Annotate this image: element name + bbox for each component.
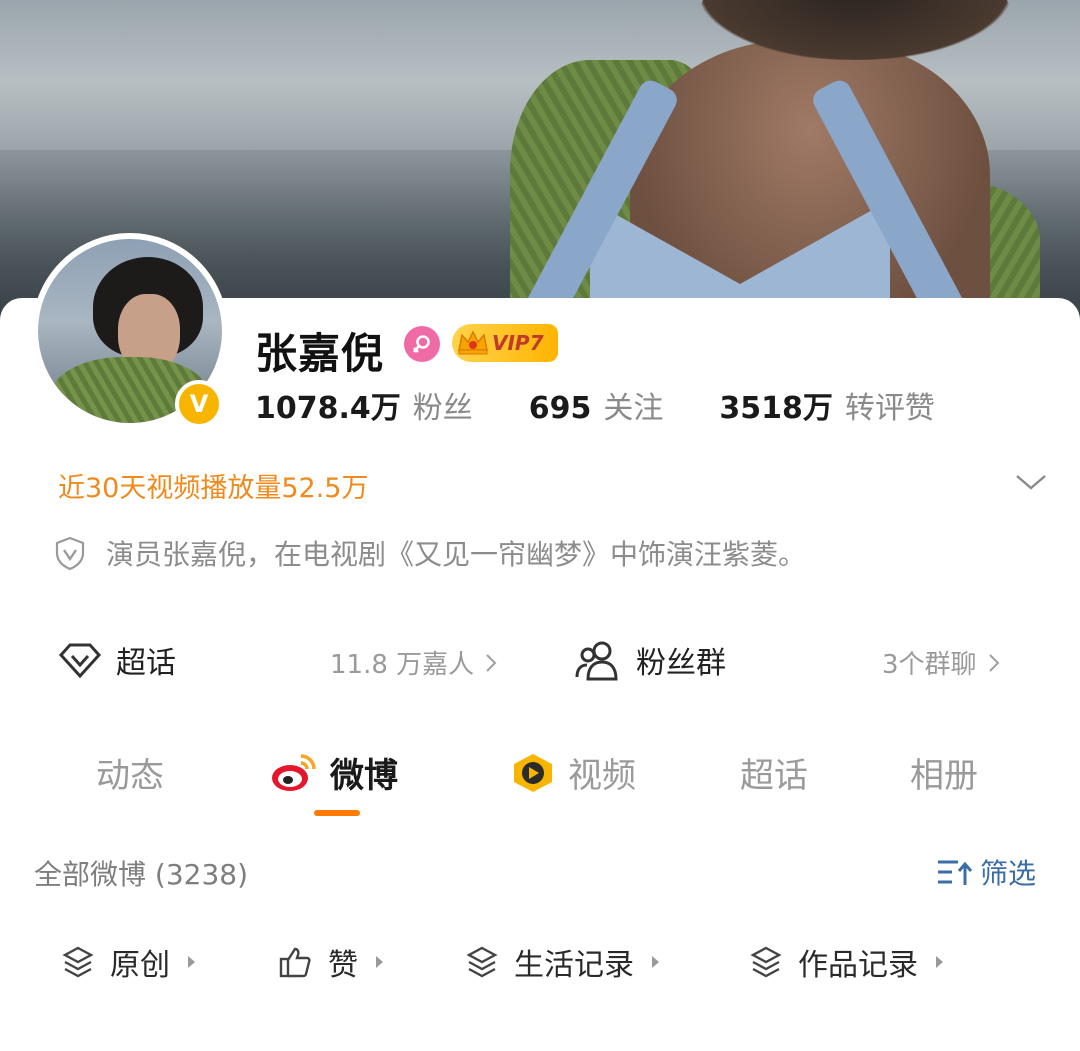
tab-dongtai[interactable]: 动态 (96, 748, 164, 797)
interactions-label: 转评赞 (844, 391, 935, 426)
caret-right-icon (376, 956, 383, 968)
fan-group-link[interactable]: 粉丝群 (574, 638, 726, 682)
verified-badge-icon: V (175, 380, 223, 428)
chevron-right-icon (988, 653, 999, 672)
followers-label: 粉丝 (412, 391, 473, 426)
filter-label: 筛选 (980, 857, 1037, 890)
vip-label: VIP7 (492, 331, 544, 355)
super-topic-count-link[interactable]: 11.8 万嘉人 (330, 644, 498, 681)
layers-icon (466, 946, 498, 978)
super-topic-title: 超话 (116, 646, 176, 681)
chip-works-record[interactable]: 作品记录 (750, 940, 943, 984)
tab-super-topic[interactable]: 超话 (740, 748, 808, 797)
tab-label: 微博 (330, 756, 398, 796)
profile-name: 张嘉倪 (255, 329, 385, 378)
stat-followers[interactable]: 1078.4万 粉丝 (255, 383, 473, 427)
super-topic-count: 11.8 万嘉人 (330, 650, 475, 680)
fan-group-title: 粉丝群 (636, 646, 726, 681)
following-label: 关注 (603, 391, 664, 426)
tab-weibo[interactable]: 微博 (270, 748, 398, 797)
profile-stats: 1078.4万 粉丝 695 关注 3518万 转评赞 (255, 383, 935, 427)
filter-sort-icon (938, 860, 973, 885)
verified-mark: V (189, 390, 209, 418)
chip-label: 原创 (110, 948, 170, 983)
fan-group-count: 3个群聊 (882, 650, 977, 680)
crown-icon (458, 330, 488, 355)
chevron-down-icon[interactable] (1014, 470, 1048, 494)
chip-likes[interactable]: 赞 (278, 940, 383, 984)
interactions-count: 3518万 (719, 391, 833, 426)
followers-count: 1078.4万 (255, 391, 401, 426)
tab-label: 相册 (910, 756, 978, 796)
tab-label: 动态 (96, 756, 164, 796)
stat-following[interactable]: 695 关注 (529, 383, 664, 427)
video-play-icon (514, 753, 552, 792)
caret-right-icon (936, 956, 943, 968)
super-topic-link[interactable]: 超话 (58, 638, 176, 682)
layers-icon (62, 946, 94, 978)
tab-video[interactable]: 视频 (510, 748, 636, 797)
chip-original[interactable]: 原创 (62, 940, 195, 984)
chip-life-record[interactable]: 生活记录 (466, 940, 659, 984)
tab-album[interactable]: 相册 (910, 748, 978, 797)
chip-label: 赞 (328, 948, 358, 983)
following-count: 695 (528, 391, 592, 426)
stat-interactions[interactable]: 3518万 转评赞 (719, 383, 935, 427)
chip-label: 作品记录 (798, 948, 918, 983)
tab-label: 超话 (740, 756, 808, 796)
users-icon (575, 641, 618, 681)
shield-verified-icon (55, 536, 85, 571)
video-views-highlight[interactable]: 近30天视频播放量52.5万 (58, 466, 368, 505)
thumbs-up-icon (279, 947, 311, 978)
diamond-icon (58, 643, 102, 679)
chevron-right-icon (486, 653, 497, 672)
bio-text: 演员张嘉倪，在电视剧《又见一帘幽梦》中饰演汪紫菱。 (106, 538, 807, 571)
bio: 演员张嘉倪，在电视剧《又见一帘幽梦》中饰演汪紫菱。 (52, 533, 806, 573)
caret-right-icon (188, 956, 195, 968)
caret-right-icon (652, 956, 659, 968)
chip-label: 生活记录 (514, 948, 634, 983)
filter-button[interactable]: 筛选 (936, 852, 1036, 892)
active-tab-indicator (314, 810, 360, 816)
fan-group-count-link[interactable]: 3个群聊 (882, 644, 1001, 681)
female-gender-icon (404, 326, 440, 362)
weibo-logo-icon (272, 753, 316, 791)
layers-icon (750, 946, 782, 978)
vip-badge[interactable]: VIP7 (452, 324, 558, 362)
all-posts-title: 全部微博 (3238) (34, 858, 249, 891)
tab-label: 视频 (568, 756, 636, 796)
